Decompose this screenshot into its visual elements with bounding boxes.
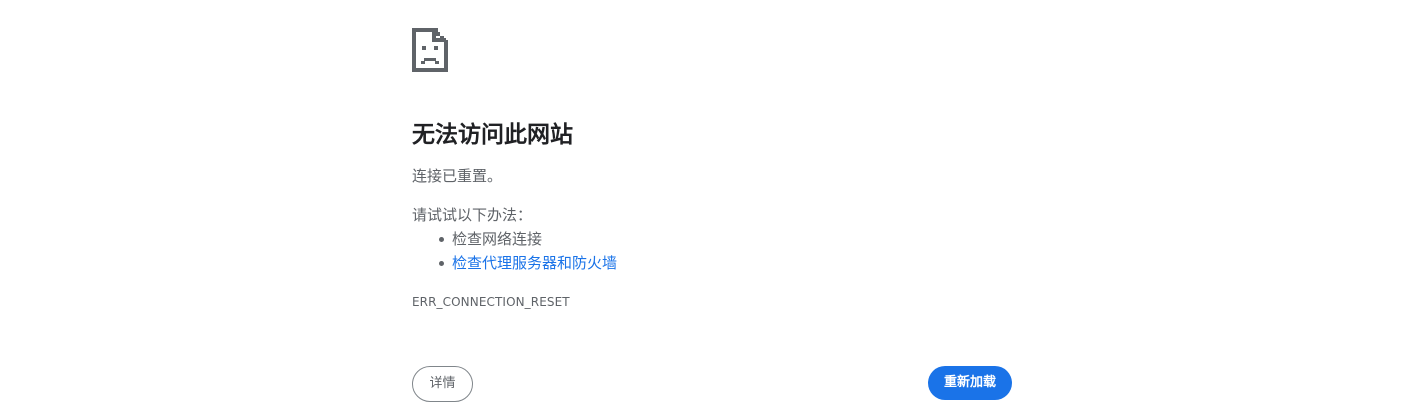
suggestions-list: 检查网络连接 检查代理服务器和防火墙 [412,228,617,276]
suggestion-item: 检查网络连接 [412,228,617,252]
error-code: ERR_CONNECTION_RESET [412,295,570,309]
bullet-icon [439,261,444,266]
reload-button[interactable]: 重新加载 [928,366,1012,400]
error-page: 无法访问此网站 连接已重置。 请试试以下办法： 检查网络连接 检查代理服务器和防… [0,0,1424,418]
error-summary: 连接已重置。 [412,167,503,185]
suggestions-label: 请试试以下办法： [412,206,533,224]
error-title: 无法访问此网站 [412,122,573,148]
suggestion-check-network: 检查网络连接 [452,230,543,248]
details-button[interactable]: 详情 [412,366,473,402]
suggestion-item: 检查代理服务器和防火墙 [412,252,617,276]
sad-page-icon [412,28,448,72]
suggestion-check-proxy-link[interactable]: 检查代理服务器和防火墙 [452,254,617,272]
bullet-icon [439,237,444,242]
